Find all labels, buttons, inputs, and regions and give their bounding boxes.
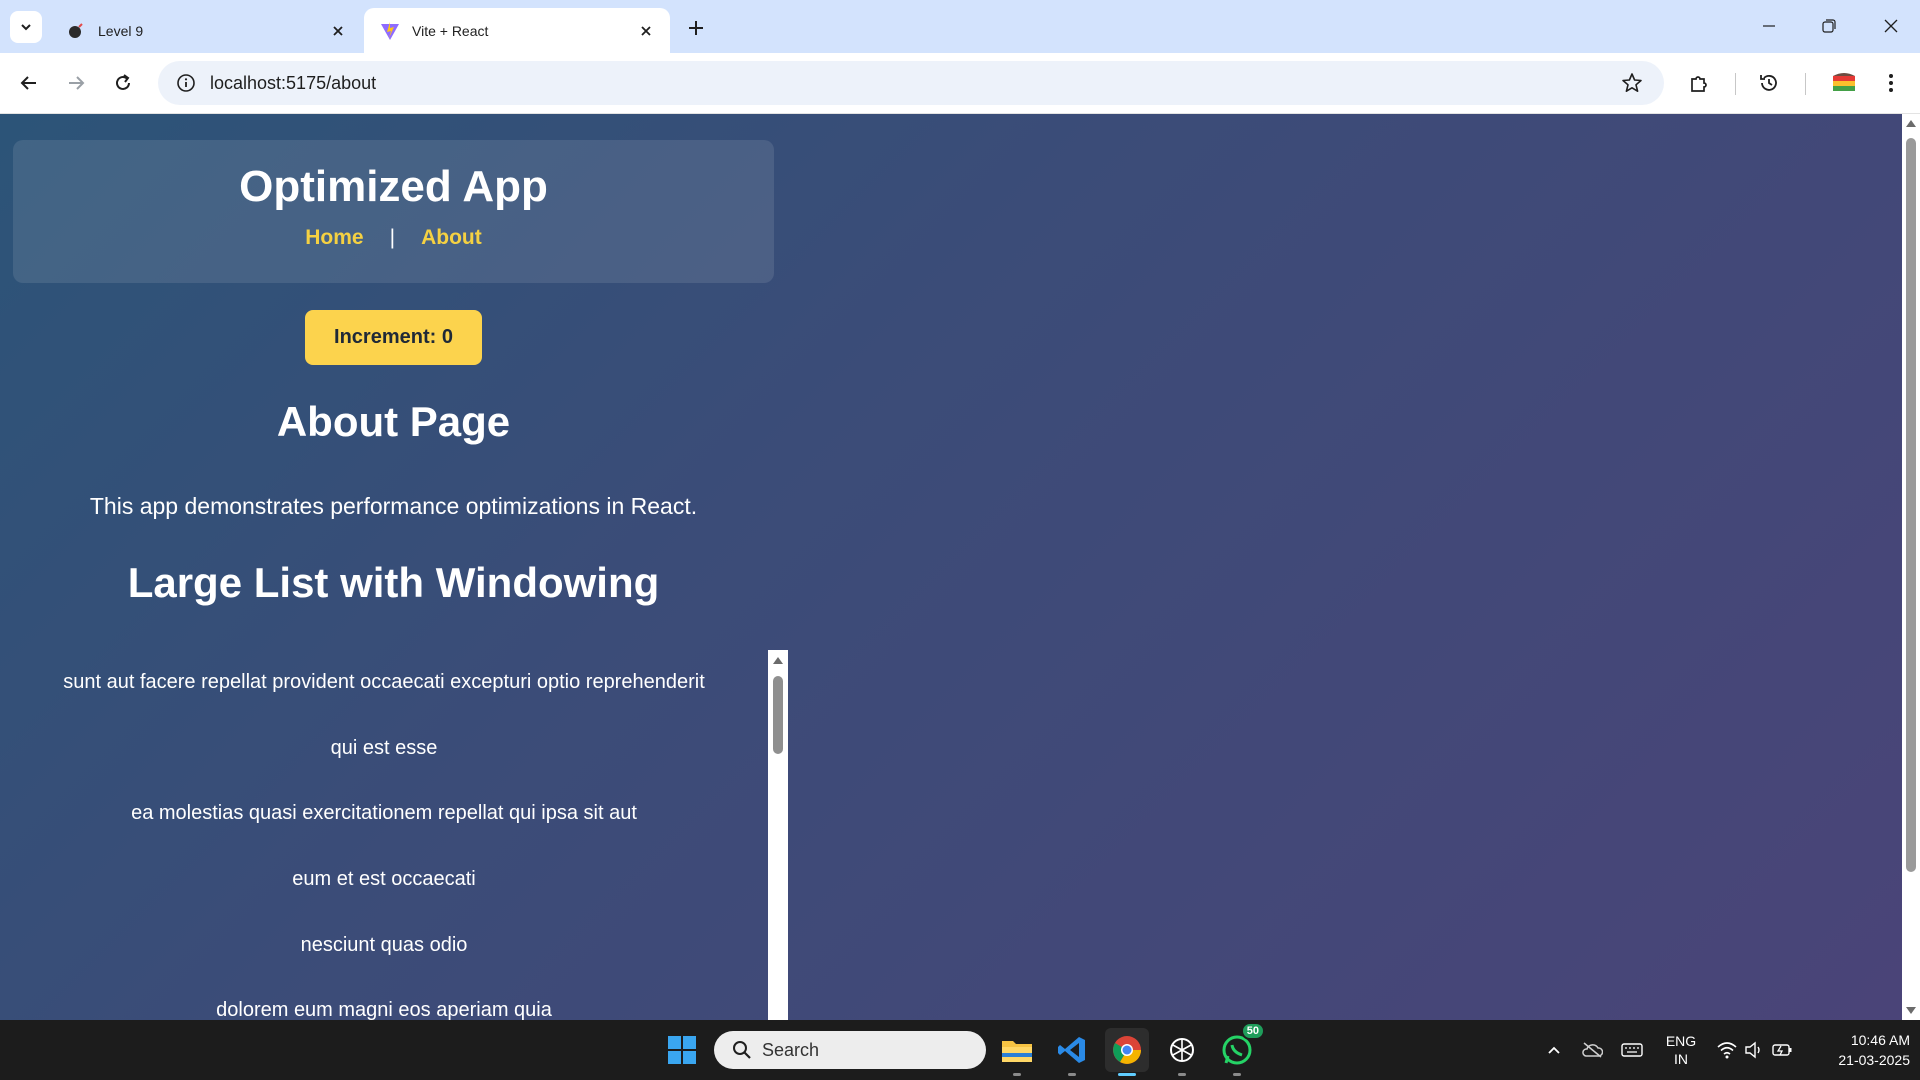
page-scrollbar-thumb[interactable] xyxy=(1906,138,1916,872)
tab-search-button[interactable] xyxy=(10,11,42,43)
restore-icon xyxy=(1822,19,1836,33)
windows-taskbar: Search 50 ENG IN 10:46 AM 21-03-2025 xyxy=(0,1020,1920,1080)
plus-icon xyxy=(689,21,703,35)
language-code: ENG xyxy=(1665,1033,1697,1049)
list-item: qui est esse xyxy=(330,736,438,759)
url-text[interactable]: localhost:5175/about xyxy=(210,73,1610,94)
tab-vite-react[interactable]: Vite + React xyxy=(364,8,670,53)
language-indicator[interactable]: ENG IN xyxy=(1660,1032,1702,1068)
onedrive-icon[interactable] xyxy=(1580,1038,1604,1062)
minimize-icon xyxy=(1763,25,1775,27)
taskbar-chatgpt[interactable] xyxy=(1160,1028,1204,1076)
search-placeholder: Search xyxy=(762,1039,820,1060)
taskbar-file-explorer[interactable] xyxy=(995,1028,1039,1076)
bomb-icon xyxy=(66,21,86,41)
reload-button[interactable] xyxy=(105,65,141,101)
history-button[interactable] xyxy=(1751,65,1787,101)
scroll-down-arrow-icon[interactable] xyxy=(1906,1007,1916,1014)
search-icon xyxy=(722,1040,762,1060)
page-description: This app demonstrates performance optimi… xyxy=(89,493,698,519)
page-viewport: Optimized App Home | About Increment: 0 … xyxy=(0,114,1902,1020)
profile-avatar-icon xyxy=(1833,73,1855,91)
app-nav: Home | About xyxy=(13,226,774,250)
taskbar-whatsapp[interactable]: 50 xyxy=(1215,1022,1265,1076)
list-item: nesciunt quas odio xyxy=(300,933,468,956)
chevron-up-icon xyxy=(1548,1046,1560,1054)
history-icon xyxy=(1760,75,1777,91)
region-code: IN xyxy=(1674,1051,1688,1067)
back-button[interactable] xyxy=(11,65,47,101)
page-title: About Page xyxy=(276,398,511,445)
minimize-button[interactable] xyxy=(1740,6,1798,46)
wifi-icon[interactable] xyxy=(1715,1038,1739,1062)
forward-button[interactable] xyxy=(58,65,94,101)
bookmark-star-icon[interactable] xyxy=(1610,61,1654,105)
nav-link-home[interactable]: Home xyxy=(305,226,363,250)
close-icon[interactable] xyxy=(636,21,656,41)
vite-logo-icon xyxy=(380,21,400,41)
taskbar-chrome[interactable] xyxy=(1105,1028,1149,1076)
restore-button[interactable] xyxy=(1800,6,1858,46)
profile-avatar-button[interactable] xyxy=(1826,65,1862,101)
address-bar[interactable]: localhost:5175/about xyxy=(158,61,1664,105)
running-indicator xyxy=(1013,1073,1021,1076)
app-header: Optimized App Home | About xyxy=(13,140,774,283)
running-indicator xyxy=(1068,1073,1076,1076)
notification-badge: 50 xyxy=(1240,1022,1265,1040)
list-item: dolorem eum magni eos aperiam quia xyxy=(216,999,552,1020)
folder-icon xyxy=(1002,1041,1032,1062)
toolbar-divider xyxy=(1735,73,1736,95)
chrome-icon xyxy=(1113,1036,1141,1064)
chevron-down-icon xyxy=(21,24,31,31)
show-hidden-icons-button[interactable] xyxy=(1542,1038,1566,1062)
running-indicator xyxy=(1233,1073,1241,1076)
close-icon[interactable] xyxy=(328,21,348,41)
puzzle-icon xyxy=(1691,76,1707,92)
clock-time: 10:46 AM xyxy=(1850,1032,1910,1048)
nav-separator: | xyxy=(389,226,396,249)
active-indicator xyxy=(1118,1073,1136,1076)
list-item: ea molestias quasi exercitationem repell… xyxy=(131,802,637,825)
reload-icon xyxy=(116,74,130,90)
tab-title: Vite + React xyxy=(412,22,489,39)
vscode-icon xyxy=(1058,1037,1085,1063)
tab-level-9[interactable]: Level 9 xyxy=(50,8,362,53)
close-window-button[interactable] xyxy=(1862,6,1920,46)
taskbar-vscode[interactable] xyxy=(1050,1028,1094,1076)
browser-toolbar: localhost:5175/about xyxy=(0,53,1920,114)
scroll-up-arrow-icon[interactable] xyxy=(1906,120,1916,127)
browser-tab-strip: Level 9 Vite + React xyxy=(0,0,1920,53)
list-item: eum et est occaecati xyxy=(292,868,476,891)
list-scrollbar[interactable] xyxy=(768,650,788,1020)
more-vert-icon xyxy=(1889,74,1893,92)
arrow-right-icon xyxy=(69,76,85,90)
windows-logo-icon xyxy=(668,1036,696,1064)
system-clock[interactable]: 10:46 AM 21-03-2025 xyxy=(1810,1030,1910,1070)
extensions-button[interactable] xyxy=(1681,65,1717,101)
site-info-icon[interactable] xyxy=(164,61,208,105)
taskbar-search[interactable]: Search xyxy=(714,1031,986,1069)
new-tab-button[interactable] xyxy=(682,14,710,42)
tab-title: Level 9 xyxy=(98,22,144,39)
app-title: Optimized App xyxy=(239,162,548,211)
volume-icon[interactable] xyxy=(1742,1038,1766,1062)
toolbar-divider xyxy=(1805,73,1806,95)
arrow-left-icon xyxy=(20,76,36,90)
battery-icon[interactable] xyxy=(1770,1038,1794,1062)
list-item: sunt aut facere repellat provident occae… xyxy=(63,671,705,694)
clock-date: 21-03-2025 xyxy=(1838,1052,1910,1068)
keyboard-icon[interactable] xyxy=(1620,1038,1644,1062)
list-scrollbar-thumb[interactable] xyxy=(773,676,783,754)
running-indicator xyxy=(1178,1073,1186,1076)
browser-menu-button[interactable] xyxy=(1873,65,1909,101)
increment-button[interactable]: Increment: 0 xyxy=(305,310,482,365)
windowed-list[interactable]: sunt aut facere repellat provident occae… xyxy=(0,650,768,1020)
scroll-up-arrow-icon[interactable] xyxy=(773,657,783,664)
close-icon xyxy=(1884,19,1898,33)
chatgpt-icon xyxy=(1170,1038,1194,1062)
start-button[interactable] xyxy=(660,1028,704,1072)
nav-link-about[interactable]: About xyxy=(421,226,482,250)
list-heading: Large List with Windowing xyxy=(127,559,660,606)
page-scrollbar[interactable] xyxy=(1902,114,1920,1020)
